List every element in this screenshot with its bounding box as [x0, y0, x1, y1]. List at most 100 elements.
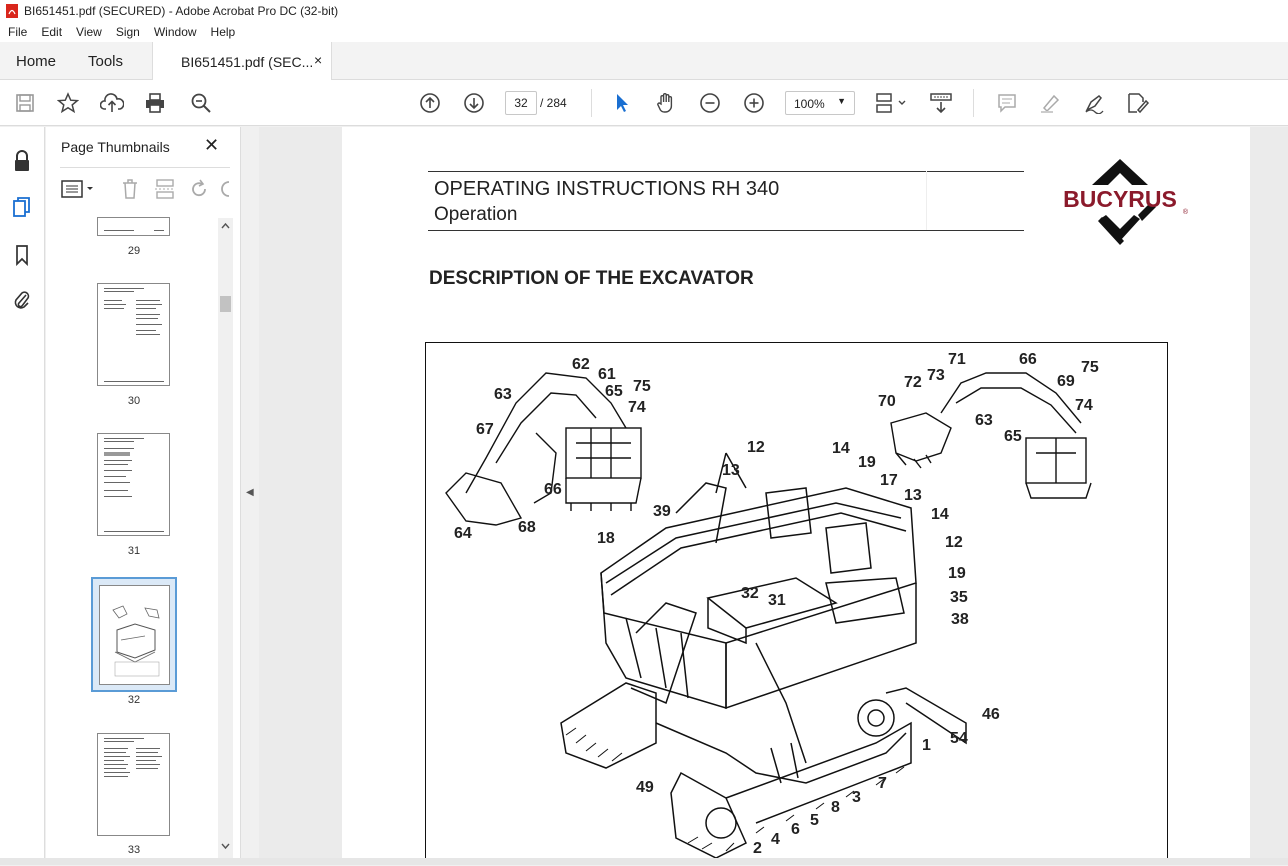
callout-label: 19: [948, 565, 966, 582]
lock-icon[interactable]: [10, 149, 34, 173]
thumbnail-page[interactable]: [97, 283, 170, 386]
bookmark-icon[interactable]: [10, 243, 34, 267]
callout-label: 54: [950, 730, 968, 747]
thumbnail-page[interactable]: [97, 433, 170, 536]
scrollbar-thumb[interactable]: [220, 296, 231, 312]
callout-label: 12: [747, 439, 765, 456]
fill-sign-icon[interactable]: [1126, 91, 1150, 115]
hand-icon[interactable]: [654, 91, 678, 115]
callout-label: 71: [948, 351, 966, 368]
callout-label: 31: [768, 592, 786, 609]
chevron-up-icon[interactable]: [221, 222, 230, 230]
tab-document[interactable]: BI651451.pdf (SEC... ×: [152, 42, 332, 80]
comment-icon[interactable]: [995, 91, 1019, 115]
save-icon[interactable]: [13, 91, 37, 115]
callout-label: 5: [810, 812, 819, 829]
callout-label: 63: [494, 386, 512, 403]
tab-bar: Home Tools BI651451.pdf (SEC... ×: [0, 42, 1288, 80]
document-page: OPERATING INSTRUCTIONS RH 340 Operation …: [342, 127, 1250, 865]
header-rule: [428, 171, 1024, 172]
header-divider: [926, 171, 927, 231]
acrobat-app-icon: [6, 4, 18, 18]
chevron-down-icon[interactable]: [221, 842, 230, 850]
menu-help[interactable]: Help: [204, 25, 243, 39]
status-bar: [0, 858, 1288, 865]
zoom-select[interactable]: 100% ▼: [785, 91, 855, 115]
page-layout-icon[interactable]: [874, 91, 908, 115]
zoom-out-icon[interactable]: [698, 91, 722, 115]
thumbnail-scrollbar[interactable]: [218, 218, 233, 858]
rotate-icon[interactable]: [188, 178, 210, 200]
menu-view[interactable]: View: [69, 25, 109, 39]
panel-toolbar: [60, 167, 230, 207]
callout-label: 74: [1075, 397, 1093, 414]
sign-icon[interactable]: [1082, 91, 1106, 115]
chevron-down-icon: ▼: [837, 96, 846, 106]
thumbnail-page[interactable]: [97, 733, 170, 836]
callout-label: 63: [975, 412, 993, 429]
zoom-value: 100%: [794, 97, 825, 111]
zoom-search-icon[interactable]: [189, 91, 213, 115]
tab-home[interactable]: Home: [16, 53, 56, 70]
delete-icon[interactable]: [120, 178, 140, 200]
callout-label: 66: [544, 481, 562, 498]
tab-document-label: BI651451.pdf (SEC...: [181, 54, 314, 70]
callout-label: 49: [636, 779, 654, 796]
brand-name: BUCYRUS: [1063, 186, 1177, 212]
toolbar: 32 / 284 100% ▼: [0, 80, 1288, 126]
callout-label: 13: [722, 462, 740, 479]
rotate-right-icon[interactable]: [220, 178, 230, 200]
close-panel-icon[interactable]: ✕: [204, 135, 219, 156]
page-up-icon[interactable]: [418, 91, 442, 115]
thumbnail-page-selected[interactable]: [91, 577, 177, 692]
callout-label: 12: [945, 534, 963, 551]
tab-tools[interactable]: Tools: [88, 53, 123, 70]
thumbnail-label: 32: [127, 694, 141, 706]
callout-label: 3: [852, 789, 861, 806]
callout-label: 75: [1081, 359, 1099, 376]
collapse-panel-icon[interactable]: ◀: [246, 487, 254, 498]
callout-label: 17: [880, 472, 898, 489]
upload-icon[interactable]: [100, 91, 124, 115]
document-header-subtitle: Operation: [434, 204, 518, 225]
menu-file[interactable]: File: [0, 25, 34, 39]
close-tab-icon[interactable]: ×: [314, 52, 322, 68]
thumbnail-preview-icon: [112, 605, 160, 677]
callout-label: 38: [951, 611, 969, 628]
callout-label: 14: [931, 506, 949, 523]
menu-window[interactable]: Window: [147, 25, 204, 39]
callout-label: 75: [633, 378, 651, 395]
thumbnail-options-icon[interactable]: [60, 178, 96, 200]
print-icon[interactable]: [143, 91, 167, 115]
callout-label: 69: [1057, 373, 1075, 390]
callout-label: 64: [454, 525, 472, 542]
current-page-input[interactable]: 32: [505, 91, 537, 115]
callout-label: 70: [878, 393, 896, 410]
select-cursor-icon[interactable]: [610, 91, 634, 115]
callout-label: 74: [628, 399, 646, 416]
callout-label: 62: [572, 356, 590, 373]
zoom-in-icon[interactable]: [742, 91, 766, 115]
callout-label: 61: [598, 366, 616, 383]
title-bar: BI651451.pdf (SECURED) - Adobe Acrobat P…: [0, 0, 1288, 22]
menu-edit[interactable]: Edit: [34, 25, 69, 39]
callout-label: 7: [878, 775, 887, 792]
attachment-icon[interactable]: [10, 287, 34, 311]
panel-splitter[interactable]: ◀: [240, 127, 259, 865]
thumbnail-label: 33: [127, 844, 141, 856]
extract-pages-icon[interactable]: [154, 178, 176, 200]
callout-label: 35: [950, 589, 968, 606]
window-title: BI651451.pdf (SECURED) - Adobe Acrobat P…: [24, 4, 339, 18]
menu-sign[interactable]: Sign: [109, 25, 147, 39]
page-down-icon[interactable]: [462, 91, 486, 115]
callout-label: 1: [922, 737, 931, 754]
thumbnail-label: 30: [127, 395, 141, 407]
callout-label: 8: [831, 799, 840, 816]
highlight-icon[interactable]: [1038, 91, 1062, 115]
thumbnail-page[interactable]: [97, 217, 170, 236]
scroll-mode-icon[interactable]: [929, 91, 953, 115]
callout-label: 46: [982, 706, 1000, 723]
excavator-figure: 62 61 63 65 75 74 67 66 64 68 71 66 72 7…: [425, 342, 1168, 865]
page-thumbnails-icon[interactable]: [10, 195, 34, 219]
star-icon[interactable]: [56, 91, 80, 115]
